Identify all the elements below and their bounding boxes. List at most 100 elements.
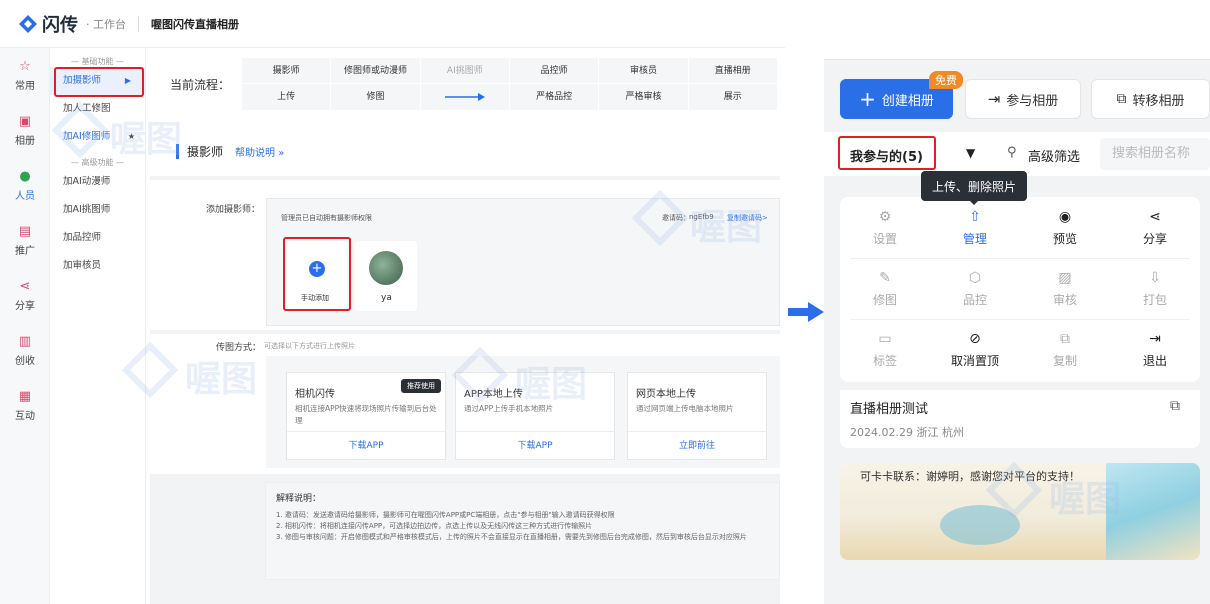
rail-item[interactable]: ⋖ 分享 [0,268,50,323]
rail-item-label: 推广 [15,246,35,257]
sub-item-label: 加AI动漫师 [63,176,111,187]
download-app-link[interactable]: 下载APP [287,431,445,459]
explanation-line: 3. 修图与审核问题：开启修图模式和严格审核模式后，上传的照片不会直接显示在直播… [276,533,747,541]
section-header: 摄影师 帮助说明 » [150,126,780,176]
action-label: 设置 [872,231,897,246]
copy-icon: ⧉ [1060,330,1070,347]
flow-action: 修图 [366,92,385,102]
flow-role: 直播相册 [688,58,777,84]
free-badge: 免费 [929,71,963,89]
advanced-filter-button[interactable]: 高级筛选 [1028,146,1080,165]
go-now-link[interactable]: 立即前往 [628,431,766,459]
option-desc: 相机连接APP快速将现场照片传输到后台处理 [295,404,437,425]
option-camera-transfer[interactable]: 相机闪传 推荐使用 相机连接APP快速将现场照片传输到后台处理 下载APP [286,372,446,460]
rail-item[interactable]: ▦ 互动 [0,378,50,433]
caret-down-icon[interactable]: ▼ [966,146,975,160]
action-eye[interactable]: ◉ 预览 [1020,197,1110,258]
explanation-title: 解释说明： [276,494,322,504]
shield-icon: ⬡ [968,269,982,286]
copy-invite-link[interactable]: 复制邀请码> [727,213,768,223]
section-accent-bar [176,143,179,159]
action-copy[interactable]: ⧉ 复制 [1020,319,1110,380]
upload-icon: ⇧ [969,208,981,225]
join-album-button[interactable]: ⇥ 参与相册 [965,79,1081,119]
settings-icon: ⚙ [878,208,892,225]
sub-item-add-reviewer[interactable]: 加审核员 [50,252,145,280]
create-album-label: 创建相册 [881,93,934,109]
option-app-upload[interactable]: APP本地上传 通过APP上传手机本地照片 下载APP [455,372,615,460]
rail-item-label: 相册 [15,136,35,147]
magic-wand-icon: ✎ [879,269,891,286]
sub-item-label: 加人工修图 [63,103,111,114]
people-icon: ● [19,169,31,184]
action-review[interactable]: ▨ 审核 [1020,258,1110,319]
option-title: APP本地上传 [464,389,523,400]
highlight-box [283,237,351,311]
flow-column: 品控师 严格品控 [509,58,600,110]
member-card[interactable]: ya [355,241,417,311]
album-meta: 2024.02.29 浙江 杭州 [850,426,964,439]
album-icon: ▣ [18,114,32,129]
share-icon: ⋖ [1149,208,1161,225]
action-label: 修图 [872,292,897,307]
action-unpin[interactable]: ⊘ 取消置顶 [930,319,1020,380]
desktop-workspace: 闪传 · 工作台 喔图闪传直播相册 ☆ 常用 ▣ 相册 ● 人员 ▤ 推广 ⋖ 分享 ▥ 创收 ▦ 互动 … [0,0,785,604]
transition-arrow-icon [788,302,824,322]
unpin-icon: ⊘ [969,330,981,347]
rail-item[interactable]: ▥ 创收 [0,323,50,378]
member-name: ya [381,293,392,303]
action-download[interactable]: ⇩ 打包 [1110,258,1200,319]
rail-item[interactable]: ☆ 常用 [0,48,50,103]
flow-column: 审核员 严格审核 [599,58,689,110]
eye-icon: ◉ [1058,208,1072,225]
divider [850,319,1190,320]
filter-icon: ⚲ [1007,145,1017,160]
action-shield[interactable]: ⬡ 品控 [930,258,1020,319]
flow-action: 严格品控 [536,92,573,102]
album-cover-image[interactable]: 可卡卡联系：谢婷明，感谢您对平台的支持！ [840,463,1200,560]
sub-item-add-ai-anime[interactable]: 加AI动漫师 [50,168,145,196]
search-input[interactable]: 搜索相册名称 [1100,138,1210,170]
action-label: 退出 [1142,353,1167,368]
section-title: 摄影师 [187,144,224,159]
copy-icon[interactable]: ⧉ [1170,398,1180,414]
sub-item-add-qc[interactable]: 加品控师 [50,224,145,252]
option-title: 网页本地上传 [636,389,696,400]
album-card[interactable]: 直播相册测试 2024.02.29 浙江 杭州 ⧉ [840,390,1200,448]
action-settings[interactable]: ⚙ 设置 [840,197,930,258]
illustration [1106,463,1200,560]
divider [138,15,139,32]
logo[interactable]: 闪传 · 工作台 [18,11,126,37]
action-label: 复制 [1052,353,1077,368]
rail-item-label: 分享 [15,301,35,312]
transfer-hint: 可选择以下方式进行上传照片 [264,342,355,350]
flow-column: 摄影师 上传 [242,58,332,110]
recommend-badge: 推荐使用 [401,379,441,393]
rail-item[interactable]: ▣ 相册 [0,103,50,158]
flow-action: 展示 [723,92,742,102]
download-app-link[interactable]: 下载APP [456,431,614,459]
flow-table: 摄影师 上传 修图师或动漫师 修图 AI挑图师 品控师 严格品控 审核员 严格审核 直播… [242,58,778,110]
flow-role: 摄影师 [242,58,331,84]
tooltip: 上传、删除照片 [921,171,1027,201]
rail-item[interactable]: ● 人员 [0,158,50,213]
action-magic-wand[interactable]: ✎ 修图 [840,258,930,319]
tag-icon: ▭ [878,330,892,347]
option-web-upload[interactable]: 网页本地上传 通过网页端上传电脑本地照片 立即前往 [627,372,767,460]
transfer-album-button[interactable]: ⧉ 转移相册 [1091,79,1210,119]
sub-item-add-ai-picker[interactable]: 加AI挑图师 [50,196,145,224]
action-exit[interactable]: ⇥ 退出 [1110,319,1200,380]
sub-item-add-retoucher[interactable]: 加人工修图 [50,95,145,123]
main-nav-rail: ☆ 常用 ▣ 相册 ● 人员 ▤ 推广 ⋖ 分享 ▥ 创收 ▦ 互动 [0,48,50,604]
download-icon: ⇩ [1149,269,1161,286]
sub-item-add-ai-retoucher[interactable]: 加AI修图师 ★ [50,123,145,151]
action-upload[interactable]: ⇧ 管理 [930,197,1020,258]
rail-item[interactable]: ▤ 推广 [0,213,50,268]
action-label: 取消置顶 [950,353,999,368]
logo-subtitle: · 工作台 [86,17,126,31]
help-link[interactable]: 帮助说明 » [235,144,284,159]
action-tag[interactable]: ▭ 标签 [840,319,930,380]
action-share[interactable]: ⋖ 分享 [1110,197,1200,258]
flow-role: AI挑图师 [420,58,509,84]
action-label: 打包 [1142,292,1167,307]
